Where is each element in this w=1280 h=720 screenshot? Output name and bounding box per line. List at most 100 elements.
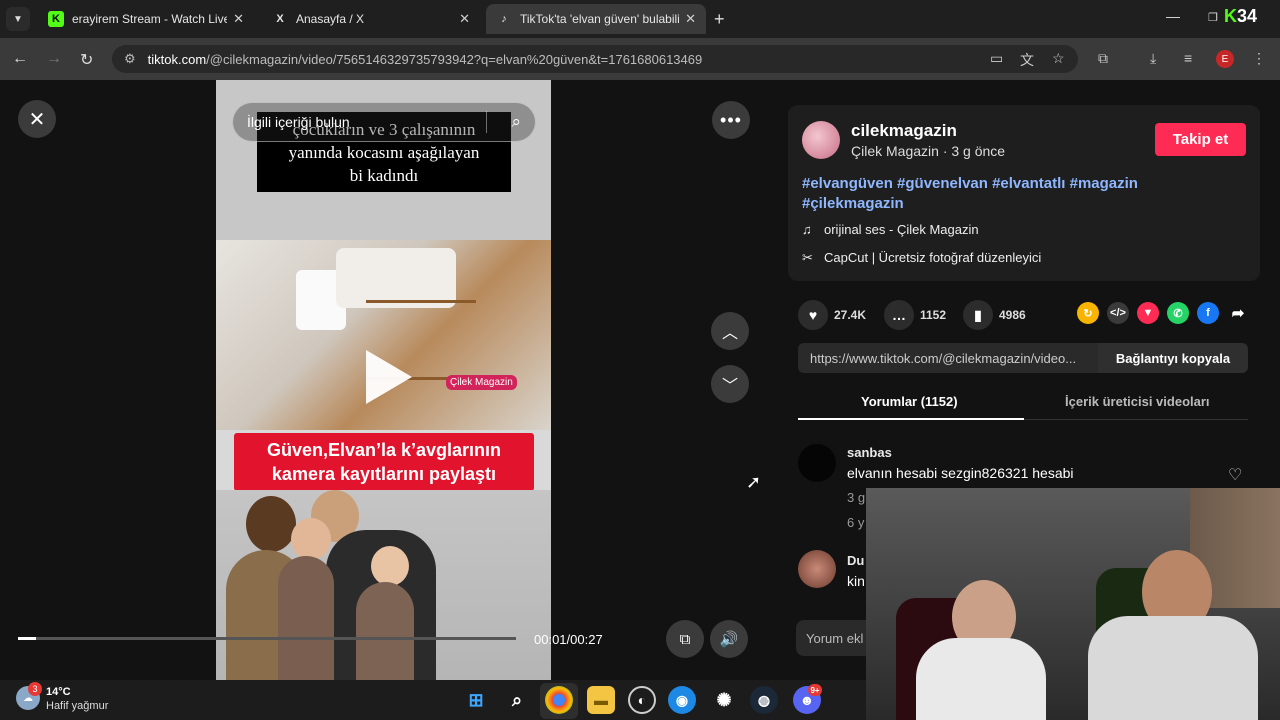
comment-avatar[interactable] — [798, 444, 836, 482]
follow-button[interactable]: Takip et — [1155, 123, 1246, 156]
weather-badge: 3 — [28, 682, 42, 696]
add-comment-input[interactable]: Yorum ekl — [796, 620, 876, 656]
comment-icon[interactable]: … — [884, 300, 914, 330]
download-icon[interactable]: ⤓ — [1150, 50, 1156, 67]
send-icon[interactable]: ▼ — [1137, 302, 1159, 324]
translate-icon[interactable]: 文 — [1020, 50, 1034, 70]
kick-favicon-icon: K — [48, 11, 64, 27]
tab-search-button[interactable]: ▼ — [6, 7, 30, 31]
new-tab-button[interactable]: + — [714, 9, 725, 30]
reload-icon[interactable]: ↻ — [80, 50, 93, 70]
discord-badge: 9+ — [808, 684, 822, 696]
forward-icon[interactable]: → — [46, 50, 62, 68]
next-video-button[interactable]: ﹀ — [711, 365, 749, 403]
weather-widget[interactable]: ☁ 3 14°C Hafif yağmur — [16, 682, 136, 716]
webcam-overlay — [866, 488, 1280, 720]
search-icon[interactable]: ⌕ — [511, 112, 521, 132]
steam-icon[interactable]: ◍ — [750, 686, 778, 714]
kick-logo: K34 — [1224, 6, 1258, 26]
sound-label: orijinal ses - Çilek Magazin — [824, 222, 979, 237]
child-head — [291, 518, 331, 560]
comment-text: elvanın hesabi sezgin826321 hesabi — [847, 465, 1074, 481]
tab-kick[interactable]: K erayirem Stream - Watch Live o ✕ — [38, 4, 254, 34]
comment-like-icon[interactable]: ♡ — [1228, 465, 1242, 485]
tab-creator-videos[interactable]: İçerik üreticisi videoları — [1065, 394, 1210, 409]
chatgpt-icon[interactable]: ✺ — [710, 686, 738, 714]
extensions-icon[interactable]: ⧉ — [1098, 50, 1108, 67]
volume-button[interactable]: 🔊 — [710, 620, 748, 658]
share-arrow-icon[interactable]: ➦ — [1227, 302, 1249, 324]
tab-x[interactable]: X Anasayfa / X ✕ — [262, 4, 480, 34]
bookmark-icon[interactable]: ▮ — [963, 300, 993, 330]
tab-title: erayirem Stream - Watch Live o — [72, 12, 228, 26]
camera-footage: Çilek Magazin — [216, 240, 551, 430]
chrome-icon[interactable] — [545, 686, 573, 714]
save-stat[interactable]: ▮ 4986 — [963, 300, 1026, 330]
file-explorer-icon[interactable]: ▬ — [587, 686, 615, 714]
media-control-icon[interactable]: ≡ — [1184, 50, 1192, 66]
app-icon[interactable]: ◉ — [668, 686, 696, 714]
windows-start-icon[interactable]: ⊞ — [462, 686, 490, 714]
author-avatar[interactable] — [802, 121, 840, 159]
facebook-icon[interactable]: f — [1197, 302, 1219, 324]
video-headline: Güven,Elvan’la k’avglarının kamera kayıt… — [234, 433, 534, 491]
capcut-label: CapCut | Ücretsiz fotoğraf düzenleyici — [824, 250, 1042, 265]
restore-icon[interactable]: ❐ — [1208, 11, 1218, 24]
comment-username[interactable]: Du — [847, 553, 864, 568]
close-tab-icon[interactable]: ✕ — [459, 11, 470, 27]
family-photo — [216, 490, 551, 680]
bookmark-star-icon[interactable]: ☆ — [1052, 50, 1065, 67]
weather-condition: Hafif yağmur — [46, 700, 109, 712]
capcut-icon: ✂ — [802, 250, 813, 265]
search-placeholder: İlgili içeriği bulun — [247, 114, 350, 130]
minimize-icon[interactable]: — — [1166, 8, 1180, 24]
back-icon[interactable]: ← — [12, 50, 28, 68]
site-info-icon[interactable]: ⚙ — [124, 51, 136, 67]
tab-title: Anasayfa / X — [296, 12, 365, 26]
music-note-icon: ♫ — [802, 222, 812, 237]
post-hashtags[interactable]: #elvangüven #güvenelvan #elvantatlı #mag… — [802, 174, 1242, 214]
url-bar[interactable]: ⚙ tiktok.com/@cilekmagazin/video/7565146… — [112, 45, 1078, 73]
search-icon[interactable]: ⌕ — [503, 686, 531, 714]
close-tab-icon[interactable]: ✕ — [685, 11, 696, 27]
close-video-button[interactable]: ✕ — [18, 100, 56, 138]
heart-icon[interactable]: ♥ — [798, 300, 828, 330]
play-icon[interactable] — [366, 350, 412, 404]
x-favicon-icon: X — [276, 13, 284, 25]
install-app-icon[interactable]: ▭ — [990, 50, 1003, 67]
mini-player-button[interactable]: ⧉ — [666, 620, 704, 658]
close-tab-icon[interactable]: ✕ — [233, 11, 244, 27]
obs-icon[interactable]: ◐ — [628, 686, 656, 714]
streamer-right-body — [1088, 616, 1258, 720]
mouse-cursor-icon: ➚ — [746, 472, 762, 492]
video-search-input[interactable]: İlgili içeriği bulun ⌕ — [232, 102, 536, 142]
whatsapp-icon[interactable]: ✆ — [1167, 302, 1189, 324]
repost-icon[interactable]: ↻ — [1077, 302, 1099, 324]
author-username[interactable]: cilekmagazin — [851, 121, 957, 141]
caption-line: yanında kocasını aşağılayan — [288, 143, 480, 162]
progress-track[interactable] — [18, 637, 516, 640]
sound-link[interactable]: ♫ orijinal ses - Çilek Magazin — [802, 222, 979, 237]
like-count: 27.4K — [834, 308, 867, 322]
url-host: tiktok.com — [147, 51, 207, 67]
capcut-link[interactable]: ✂ CapCut | Ücretsiz fotoğraf düzenleyici — [802, 250, 1041, 266]
profile-avatar[interactable]: E — [1216, 50, 1234, 68]
comment-avatar[interactable] — [798, 550, 836, 588]
embed-icon[interactable]: </> — [1107, 302, 1129, 324]
comment-username[interactable]: sanbas — [847, 445, 892, 460]
tab-tiktok[interactable]: ♪ TikTok'ta 'elvan güven' bulabilir ✕ — [486, 4, 706, 34]
comment-reply-count: 6 y — [847, 515, 865, 530]
copy-link-button[interactable]: Bağlantıyı kopyala — [1098, 343, 1248, 373]
tab-comments[interactable]: Yorumlar (1152) — [861, 394, 958, 409]
menu-dots-icon[interactable]: ⋮ — [1252, 50, 1266, 67]
like-stat[interactable]: ♥ 27.4K — [798, 300, 866, 330]
search-divider — [486, 111, 487, 133]
tiktok-favicon-icon: ♪ — [501, 13, 507, 25]
more-options-button[interactable]: ••• — [712, 101, 750, 139]
video-link-field[interactable]: https://www.tiktok.com/@cilekmagazin/vid… — [798, 343, 1248, 373]
video-time: 00:01/00:27 — [534, 632, 603, 647]
comment-time: 3 g — [847, 490, 866, 505]
comment-stat[interactable]: … 1152 — [884, 300, 946, 330]
previous-video-button[interactable]: ︿ — [711, 312, 749, 350]
video-player[interactable]: çocukların ve 3 çalışanının yanında koca… — [216, 80, 551, 680]
